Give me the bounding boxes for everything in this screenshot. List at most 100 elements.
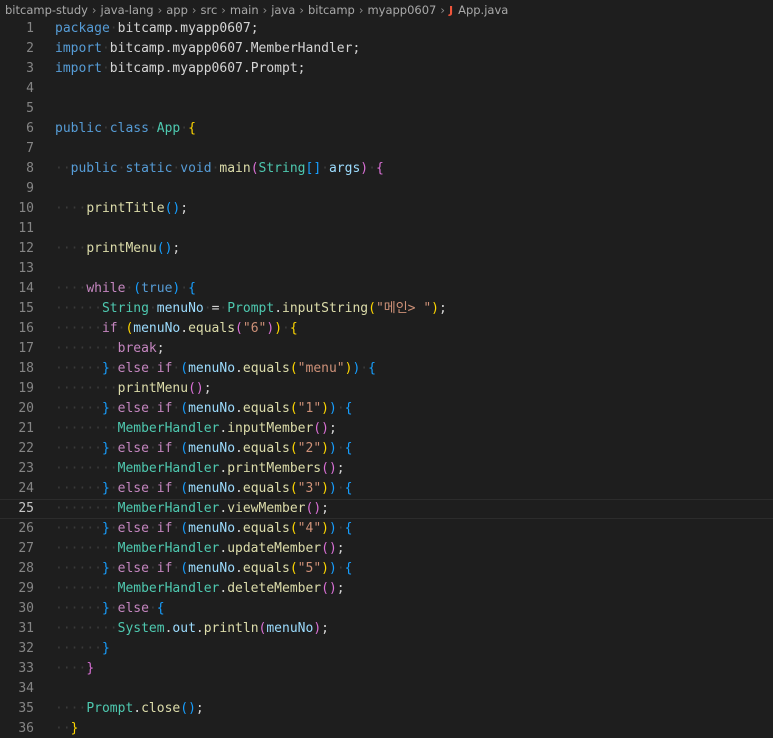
- line-number: 2: [26, 41, 34, 56]
- code-line[interactable]: 36 ··}: [0, 719, 773, 738]
- code-line[interactable]: 22 ······}·else·if·(menuNo.equals("2"))·{: [0, 439, 773, 459]
- code-line[interactable]: 31 ········System.out.println(menuNo);: [0, 619, 773, 639]
- breadcrumb-file-name[interactable]: App.java: [458, 3, 508, 17]
- line-number: 10: [18, 201, 34, 216]
- code-line[interactable]: 27 ········MemberHandler.updateMember();: [0, 539, 773, 559]
- line-number: 15: [18, 301, 34, 316]
- code-text[interactable]: import·bitcamp.myapp0607.Prompt;: [55, 59, 306, 79]
- code-line[interactable]: 28 ······}·else·if·(menuNo.equals("5"))·{: [0, 559, 773, 579]
- code-line[interactable]: 25 ········MemberHandler.viewMember();: [0, 499, 773, 519]
- line-number: 23: [18, 461, 34, 476]
- breadcrumb-separator: ›: [221, 3, 226, 17]
- breadcrumb-item[interactable]: bitcamp: [308, 3, 355, 17]
- code-text[interactable]: ······}: [55, 639, 110, 659]
- code-text[interactable]: public·class·App·{: [55, 119, 196, 139]
- code-text[interactable]: ····Prompt.close();: [55, 699, 204, 719]
- code-line[interactable]: 18 ······}·else·if·(menuNo.equals("menu")…: [0, 359, 773, 379]
- code-line[interactable]: 13: [0, 259, 773, 279]
- code-text[interactable]: ··}: [55, 719, 78, 738]
- code-line[interactable]: 26 ······}·else·if·(menuNo.equals("4"))·{: [0, 519, 773, 539]
- breadcrumb-item[interactable]: app: [166, 3, 188, 17]
- code-text[interactable]: ······}·else·if·(menuNo.equals("1"))·{: [55, 399, 352, 419]
- breadcrumb-item[interactable]: src: [200, 3, 217, 17]
- code-text[interactable]: ········break;: [55, 339, 165, 359]
- breadcrumb-item[interactable]: main: [230, 3, 259, 17]
- code-line[interactable]: 12 ····printMenu();: [0, 239, 773, 259]
- code-text[interactable]: ······}·else·if·(menuNo.equals("3"))·{: [55, 479, 352, 499]
- code-text[interactable]: ····printMenu();: [55, 239, 180, 259]
- code-text[interactable]: ········printMenu();: [55, 379, 212, 399]
- code-line[interactable]: 7: [0, 139, 773, 159]
- line-number: 34: [18, 681, 34, 696]
- code-text[interactable]: ········MemberHandler.printMembers();: [55, 459, 345, 479]
- line-number: 29: [18, 581, 34, 596]
- line-number: 13: [18, 261, 34, 276]
- breadcrumb-item[interactable]: java: [271, 3, 295, 17]
- code-text[interactable]: ········MemberHandler.inputMember();: [55, 419, 337, 439]
- code-text[interactable]: ······}·else·if·(menuNo.equals("4"))·{: [55, 519, 352, 539]
- code-text[interactable]: ······}·else·if·(menuNo.equals("5"))·{: [55, 559, 352, 579]
- code-text[interactable]: ······if·(menuNo.equals("6"))·{: [55, 319, 298, 339]
- code-line[interactable]: 23 ········MemberHandler.printMembers();: [0, 459, 773, 479]
- line-number: 28: [18, 561, 34, 576]
- line-number: 25: [18, 501, 34, 516]
- code-line[interactable]: 15 ······String·menuNo·=·Prompt.inputStri…: [0, 299, 773, 319]
- code-line[interactable]: 10 ····printTitle();: [0, 199, 773, 219]
- code-text[interactable]: package·bitcamp.myapp0607;: [55, 19, 259, 39]
- code-line[interactable]: 35 ····Prompt.close();: [0, 699, 773, 719]
- line-number: 35: [18, 701, 34, 716]
- code-line[interactable]: 34: [0, 679, 773, 699]
- code-line[interactable]: 2 import·bitcamp.myapp0607.MemberHandler;: [0, 39, 773, 59]
- code-line[interactable]: 8 ··public·static·void·main(String[]·args…: [0, 159, 773, 179]
- code-text[interactable]: ········MemberHandler.updateMember();: [55, 539, 345, 559]
- line-number: 33: [18, 661, 34, 676]
- code-text[interactable]: ······String·menuNo·=·Prompt.inputString…: [55, 299, 447, 319]
- code-text[interactable]: ········System.out.println(menuNo);: [55, 619, 329, 639]
- code-text[interactable]: ······}·else·if·(menuNo.equals("2"))·{: [55, 439, 352, 459]
- code-line[interactable]: 33 ····}: [0, 659, 773, 679]
- code-line[interactable]: 19 ········printMenu();: [0, 379, 773, 399]
- code-line[interactable]: 29 ········MemberHandler.deleteMember();: [0, 579, 773, 599]
- line-number: 6: [26, 121, 34, 136]
- code-editor[interactable]: 1 package·bitcamp.myapp0607; 2 import·bitca…: [0, 19, 773, 738]
- code-line[interactable]: 16 ······if·(menuNo.equals("6"))·{: [0, 319, 773, 339]
- line-number: 5: [26, 101, 34, 116]
- line-number: 31: [18, 621, 34, 636]
- code-line[interactable]: 1 package·bitcamp.myapp0607;: [0, 19, 773, 39]
- code-text[interactable]: ··public·static·void·main(String[]·args)…: [55, 159, 384, 179]
- code-line[interactable]: 24 ······}·else·if·(menuNo.equals("3"))·{: [0, 479, 773, 499]
- code-text[interactable]: ····printTitle();: [55, 199, 188, 219]
- code-line[interactable]: 30 ······}·else·{: [0, 599, 773, 619]
- java-file-icon: J: [448, 3, 454, 17]
- breadcrumb-item[interactable]: myapp0607: [367, 3, 436, 17]
- line-number: 14: [18, 281, 34, 296]
- code-text[interactable]: ······}·else·{: [55, 599, 165, 619]
- breadcrumb-separator: ›: [358, 3, 364, 17]
- breadcrumb-item[interactable]: java-lang: [101, 3, 154, 17]
- code-line[interactable]: 20 ······}·else·if·(menuNo.equals("1"))·{: [0, 399, 773, 419]
- code-text[interactable]: ····while·(true)·{: [55, 279, 196, 299]
- code-line[interactable]: 9: [0, 179, 773, 199]
- code-line[interactable]: 21 ········MemberHandler.inputMember();: [0, 419, 773, 439]
- code-text[interactable]: ········MemberHandler.deleteMember();: [55, 579, 345, 599]
- code-text[interactable]: ······}·else·if·(menuNo.equals("menu"))·…: [55, 359, 376, 379]
- breadcrumb: bitcamp-study › java-lang › app › src › main › jav…: [0, 0, 773, 20]
- line-number: 32: [18, 641, 34, 656]
- line-number: 24: [18, 481, 34, 496]
- code-text[interactable]: import·bitcamp.myapp0607.MemberHandler;: [55, 39, 360, 59]
- code-line[interactable]: 3 import·bitcamp.myapp0607.Prompt;: [0, 59, 773, 79]
- code-text[interactable]: ····}: [55, 659, 94, 679]
- line-number: 21: [18, 421, 34, 436]
- line-number: 7: [26, 141, 34, 156]
- code-text[interactable]: ········MemberHandler.viewMember();: [55, 499, 329, 519]
- code-line[interactable]: 11: [0, 219, 773, 239]
- code-line[interactable]: 6 public·class·App·{: [0, 119, 773, 139]
- code-line[interactable]: 5: [0, 99, 773, 119]
- code-line[interactable]: 4: [0, 79, 773, 99]
- code-line[interactable]: 32 ······}: [0, 639, 773, 659]
- code-line[interactable]: 14 ····while·(true)·{: [0, 279, 773, 299]
- code-editor-window: bitcamp-study › java-lang › app › src › main › jav…: [0, 0, 773, 738]
- code-line[interactable]: 17 ········break;: [0, 339, 773, 359]
- line-number: 19: [18, 381, 34, 396]
- breadcrumb-item[interactable]: bitcamp-study: [5, 3, 88, 17]
